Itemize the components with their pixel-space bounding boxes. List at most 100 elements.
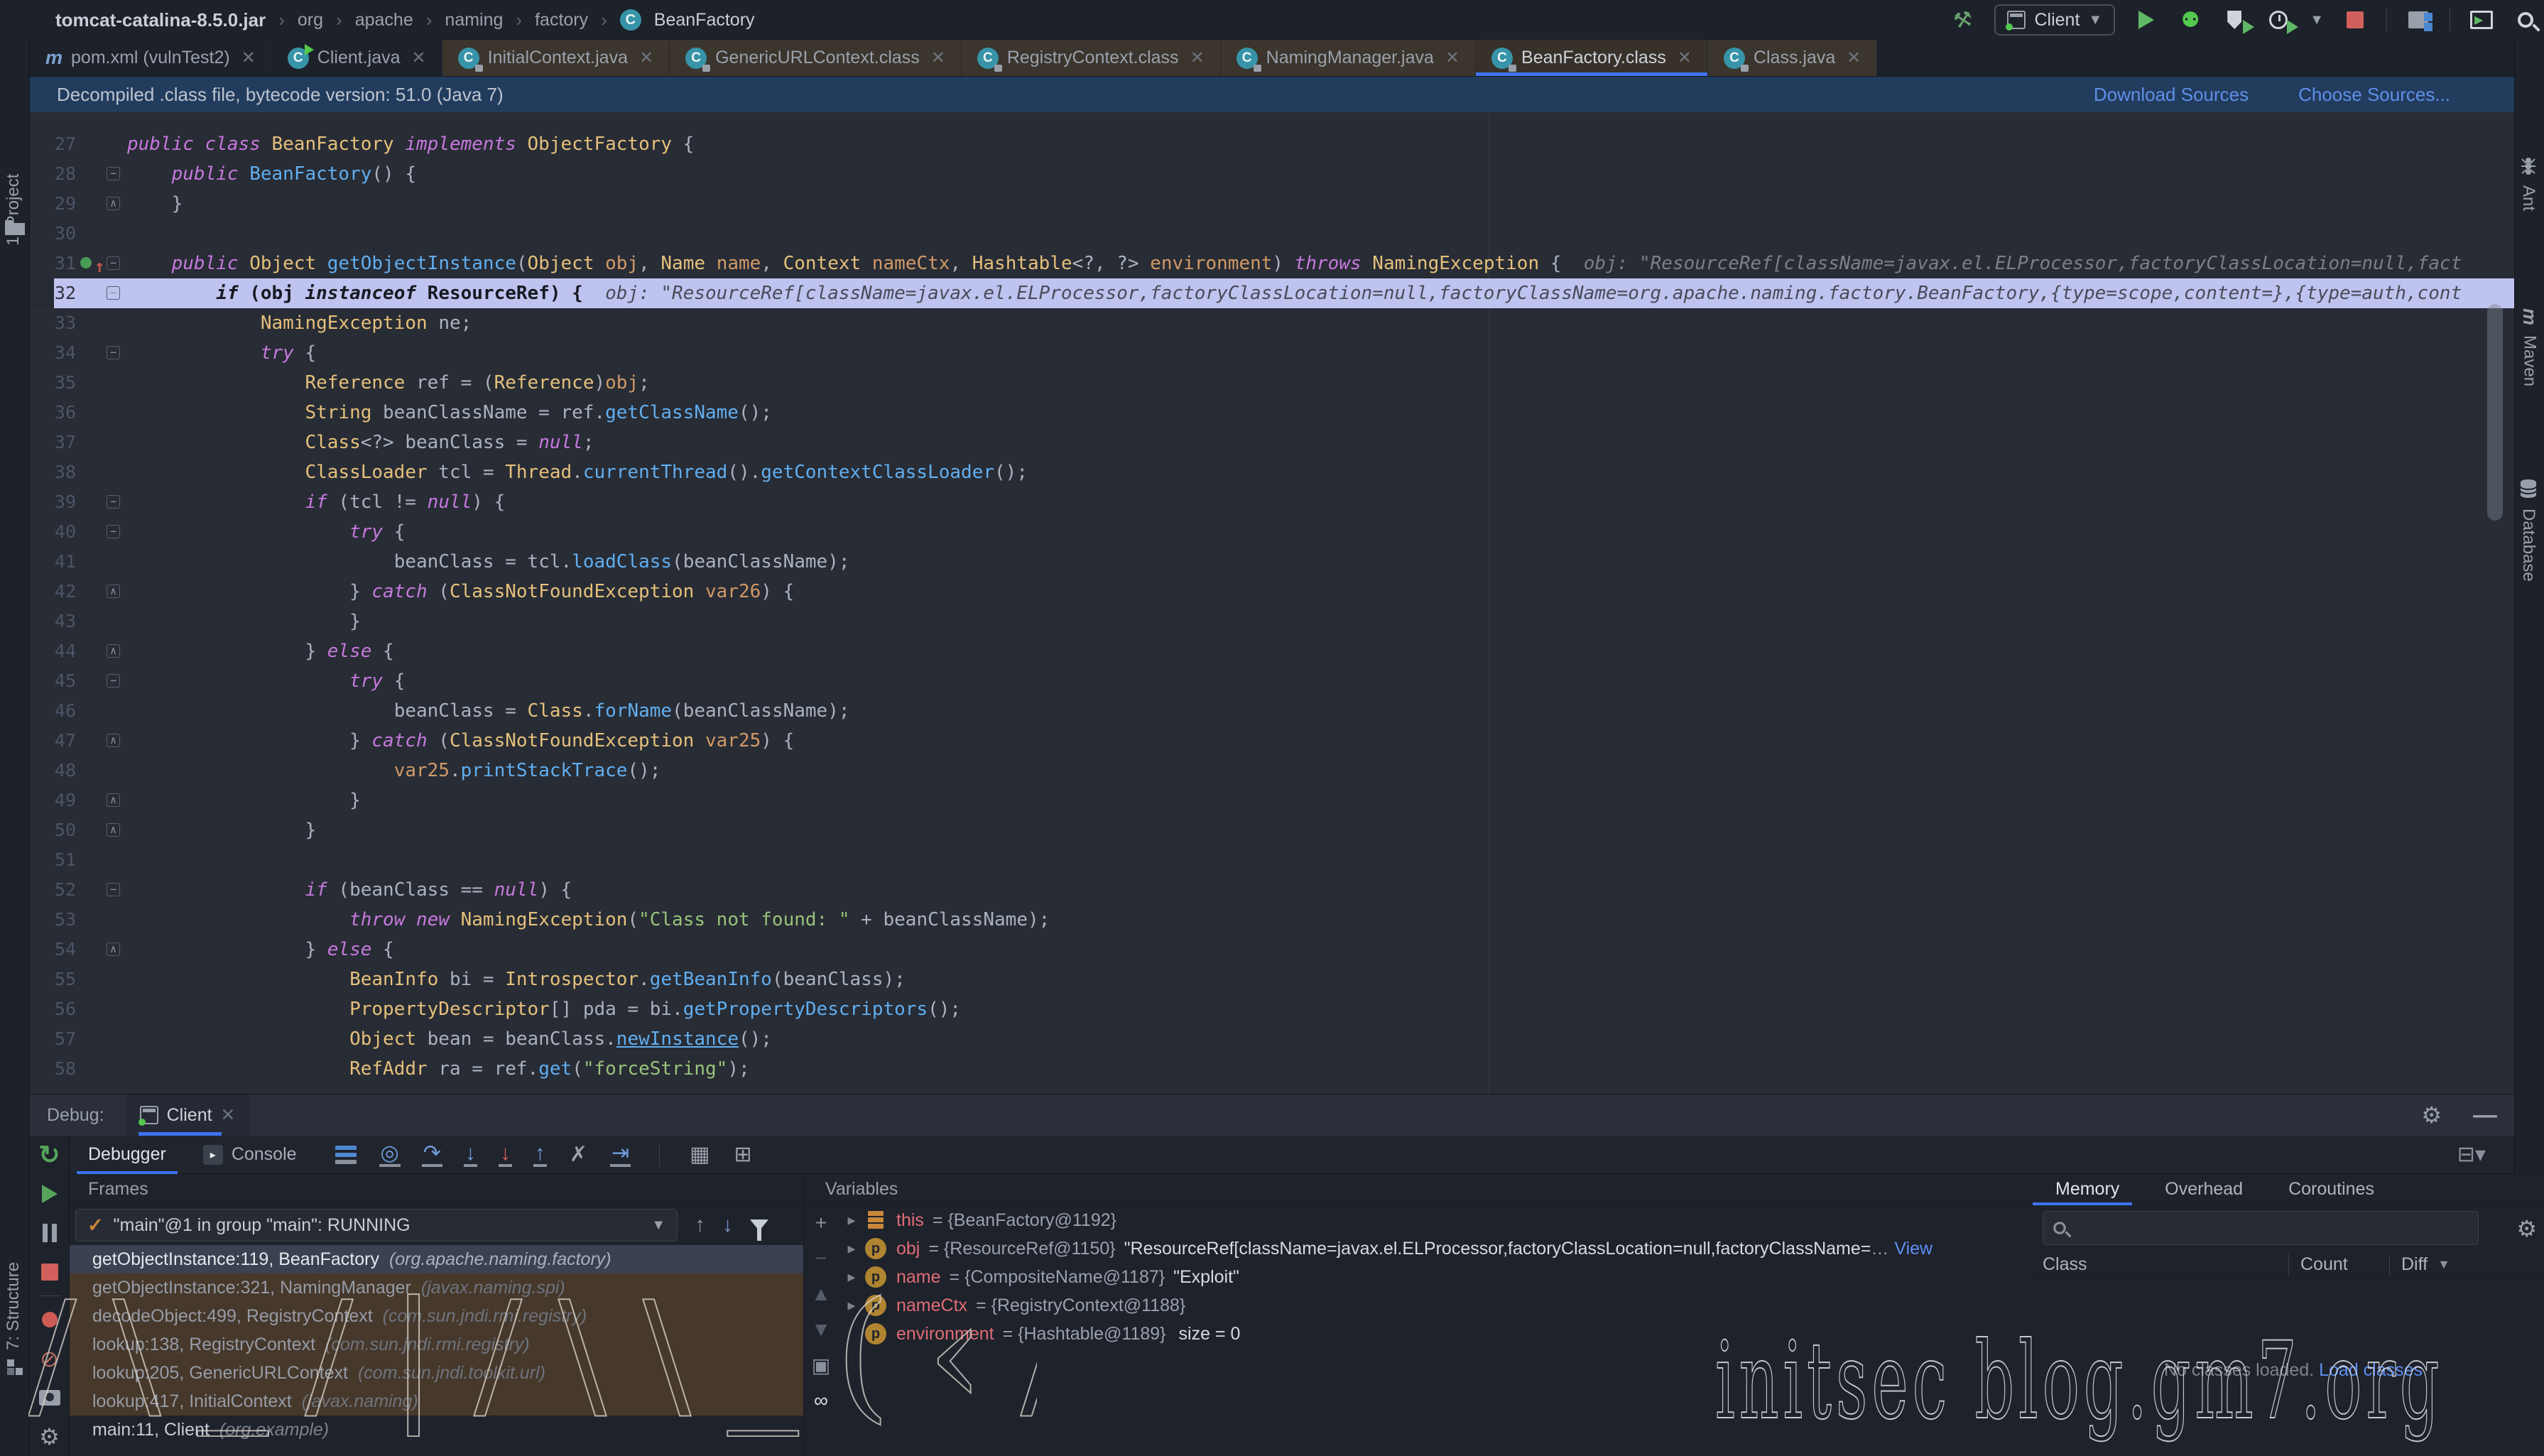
settings-gear-icon[interactable]: ⚙ — [30, 1417, 69, 1456]
terminal-icon[interactable]: ▶ — [2469, 7, 2494, 33]
view-breakpoints-icon[interactable] — [30, 1300, 69, 1340]
tab-coroutines[interactable]: Coroutines — [2266, 1174, 2397, 1205]
line-number[interactable]: 49 — [30, 786, 76, 815]
tool-button-database[interactable]: Database — [2518, 479, 2538, 582]
layout-settings-icon[interactable]: ⊞ — [733, 1144, 754, 1166]
variable-row[interactable]: ▸pname= {CompositeName@1187}"Exploit" — [838, 1262, 2031, 1291]
tab-close-icon[interactable]: ✕ — [1847, 48, 1861, 68]
editor-tab-initialcontext-java[interactable]: CInitialContext.java✕ — [442, 40, 670, 76]
line-number[interactable]: 54 — [30, 935, 76, 965]
fold-marker[interactable]: ∧ — [107, 942, 120, 956]
tab-close-icon[interactable]: ✕ — [931, 48, 945, 68]
memory-search-input[interactable] — [2077, 1218, 2478, 1239]
variable-row[interactable]: ▸pnameCtx= {RegistryContext@1188} — [838, 1291, 2031, 1319]
line-number[interactable]: 48 — [30, 756, 76, 786]
run-to-cursor-icon[interactable]: ⇥ — [610, 1143, 631, 1167]
breadcrumb-item[interactable]: factory — [535, 10, 588, 31]
gutter[interactable]: − — [76, 487, 127, 517]
gutter[interactable] — [76, 905, 127, 935]
project-structure-icon[interactable] — [2406, 7, 2431, 33]
memory-search-field[interactable] — [2043, 1211, 2479, 1245]
close-icon[interactable]: ✕ — [221, 1104, 236, 1126]
fold-marker[interactable]: ∧ — [107, 197, 120, 210]
move-watch-down-icon[interactable]: ▼ — [804, 1312, 838, 1347]
line-number[interactable]: 53 — [30, 905, 76, 935]
fold-marker[interactable]: ∧ — [107, 585, 120, 598]
tab-close-icon[interactable]: ✕ — [1678, 48, 1692, 68]
gutter[interactable]: ∧ — [76, 189, 127, 219]
variable-row[interactable]: penvironment= {Hashtable@1189}size = 0 — [838, 1319, 2031, 1347]
code-editor[interactable]: 27public class BeanFactory implements Ob… — [30, 112, 2514, 1094]
mute-breakpoints-icon[interactable]: ⊘ — [30, 1340, 69, 1379]
line-number[interactable]: 28 — [30, 159, 76, 189]
choose-sources-link[interactable]: Choose Sources... — [2298, 84, 2450, 106]
gutter[interactable] — [76, 756, 127, 786]
gutter[interactable]: ∧ — [76, 815, 127, 845]
override-marker-icon[interactable] — [80, 257, 92, 268]
breadcrumb-item[interactable]: tomcat-catalina-8.5.0.jar — [55, 9, 266, 31]
override-arrow-icon[interactable]: ↑ — [94, 251, 104, 281]
stack-frame-row[interactable]: getObjectInstance:321, NamingManager(jav… — [70, 1273, 803, 1302]
line-number[interactable]: 44 — [30, 636, 76, 666]
line-number[interactable]: 45 — [30, 666, 76, 696]
gutter[interactable] — [76, 965, 127, 994]
gutter[interactable]: ↑− — [76, 249, 127, 278]
gutter[interactable] — [76, 129, 127, 159]
line-number[interactable]: 31 — [30, 249, 76, 278]
fold-marker[interactable]: − — [107, 525, 120, 538]
editor-scrollbar[interactable] — [2487, 304, 2503, 521]
stop-icon[interactable] — [30, 1252, 69, 1291]
tab-memory[interactable]: Memory — [2033, 1174, 2142, 1205]
pause-icon[interactable] — [30, 1214, 69, 1253]
gutter[interactable]: ∧ — [76, 786, 127, 815]
line-number[interactable]: 35 — [30, 368, 76, 398]
gutter[interactable]: ∧ — [76, 577, 127, 607]
line-number[interactable]: 42 — [30, 577, 76, 607]
gutter[interactable] — [76, 1054, 127, 1084]
gutter[interactable]: ∧ — [76, 935, 127, 965]
tab-close-icon[interactable]: ✕ — [412, 48, 426, 68]
line-number[interactable]: 43 — [30, 607, 76, 636]
line-number[interactable]: 46 — [30, 696, 76, 726]
line-number[interactable]: 52 — [30, 875, 76, 905]
stop-button[interactable] — [2342, 7, 2368, 33]
profiler-button[interactable] — [2266, 7, 2291, 33]
editor-tab-beanfactory-class[interactable]: CBeanFactory.class✕ — [1476, 40, 1708, 76]
line-number[interactable]: 41 — [30, 547, 76, 577]
gutter[interactable] — [76, 1024, 127, 1054]
tab-close-icon[interactable]: ✕ — [639, 48, 653, 68]
gutter[interactable]: − — [76, 517, 127, 547]
search-everywhere-icon[interactable] — [2513, 7, 2538, 33]
line-number[interactable]: 34 — [30, 338, 76, 368]
tool-button-project[interactable]: 1: Project — [4, 82, 23, 246]
build-hammer-icon[interactable]: ⚒ — [1948, 5, 1979, 36]
gutter[interactable] — [76, 368, 127, 398]
gutter[interactable]: − — [76, 875, 127, 905]
fold-marker[interactable]: − — [107, 883, 120, 896]
editor-tab-genericurlcontext-class[interactable]: CGenericURLContext.class✕ — [670, 40, 962, 76]
add-watch-icon[interactable]: + — [804, 1205, 838, 1241]
gutter[interactable]: − — [76, 338, 127, 368]
line-number[interactable]: 50 — [30, 815, 76, 845]
stack-frame-row[interactable]: main:11, Client(org.example) — [70, 1416, 803, 1444]
show-execution-point-icon[interactable]: ◎ — [379, 1143, 401, 1167]
variable-row[interactable]: ▸pobj= {ResourceRef@1150}"ResourceRef[cl… — [838, 1234, 2031, 1262]
line-number[interactable]: 47 — [30, 726, 76, 756]
drop-frame-icon[interactable]: ✗ — [568, 1144, 589, 1166]
editor-tab-class-java[interactable]: CClass.java✕ — [1708, 40, 1877, 76]
fold-marker[interactable]: − — [107, 674, 120, 688]
gutter[interactable] — [76, 308, 127, 338]
threads-view-icon[interactable] — [334, 1143, 358, 1167]
breadcrumb-item[interactable]: org — [298, 10, 323, 31]
thread-dump-camera-icon[interactable] — [30, 1378, 69, 1417]
gutter[interactable] — [76, 696, 127, 726]
line-number[interactable]: 32 — [30, 278, 76, 308]
rerun-icon[interactable]: ↻ — [30, 1136, 69, 1175]
tab-close-icon[interactable]: ✕ — [1445, 48, 1459, 68]
gutter[interactable]: − — [76, 666, 127, 696]
gutter[interactable] — [76, 607, 127, 636]
fold-marker[interactable]: ∧ — [107, 734, 120, 747]
step-over-icon[interactable]: ↷ — [422, 1143, 442, 1167]
gutter[interactable] — [76, 457, 127, 487]
editor-tab-pom-xml-vulntest2-[interactable]: mpom.xml (vulnTest2)✕ — [30, 40, 272, 76]
